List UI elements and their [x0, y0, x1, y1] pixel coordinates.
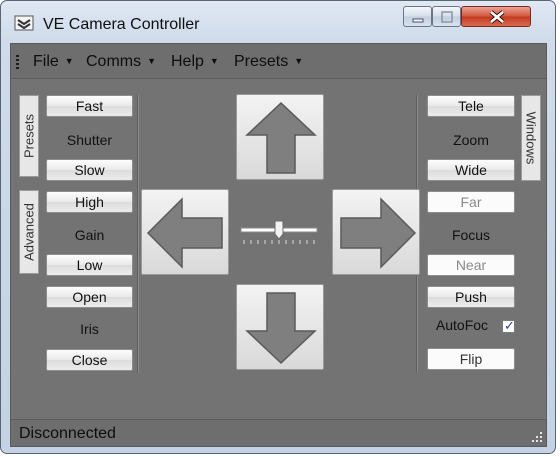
arrow-left-icon: [146, 197, 223, 269]
zoom-wide-button[interactable]: Wide: [427, 159, 515, 181]
minimize-button[interactable]: [403, 6, 432, 27]
status-bar: Disconnected: [11, 419, 546, 446]
push-button[interactable]: Push: [427, 286, 515, 308]
checkmark-icon: ✓: [504, 318, 515, 333]
focus-near-button[interactable]: Near: [427, 254, 515, 276]
slider-ticks: [243, 240, 315, 244]
tab-advanced[interactable]: Advanced: [19, 190, 39, 274]
iris-open-button[interactable]: Open: [46, 286, 133, 308]
caret-down-icon: ▼: [147, 56, 157, 66]
tab-windows[interactable]: Windows: [521, 95, 541, 181]
focus-far-button[interactable]: Far: [427, 191, 515, 213]
maximize-icon: [441, 11, 453, 23]
menu-presets[interactable]: Presets ▼: [234, 53, 303, 71]
client-area: File ▼ Comms ▼ Help ▼ Presets ▼ Presets Adva…: [10, 43, 547, 447]
tab-presets[interactable]: Presets: [19, 95, 39, 177]
focus-label: Focus: [451, 227, 491, 243]
speed-slider[interactable]: [239, 214, 321, 250]
maximize-button[interactable]: [432, 6, 461, 27]
caret-down-icon: ▼: [209, 56, 219, 66]
iris-label: Iris: [80, 321, 99, 337]
status-text: Disconnected: [19, 425, 116, 442]
menu-comms[interactable]: Comms ▼: [86, 53, 156, 71]
left-separator: [137, 95, 139, 373]
autofocus-checkbox[interactable]: ✓: [502, 318, 515, 333]
gain-low-button[interactable]: Low: [46, 254, 133, 276]
app-window: VE Camera Controller File ▼ Comms ▼ Help ▼: [0, 0, 556, 454]
resize-grip-icon[interactable]: [531, 431, 543, 443]
arrow-down-icon: [245, 292, 317, 365]
close-icon: [489, 10, 505, 24]
gain-high-button[interactable]: High: [46, 191, 133, 213]
menu-bar: File ▼ Comms ▼ Help ▼ Presets ▼: [11, 44, 546, 79]
camera-icon: [14, 15, 34, 31]
close-button[interactable]: [461, 6, 531, 27]
caret-down-icon: ▼: [64, 56, 74, 66]
slider-thumb[interactable]: [274, 220, 284, 240]
flip-button[interactable]: Flip: [427, 348, 515, 370]
arrow-right-icon: [340, 197, 417, 269]
iris-close-button[interactable]: Close: [46, 349, 133, 371]
menu-file[interactable]: File ▼: [33, 53, 74, 71]
zoom-label: Zoom: [453, 132, 489, 148]
shutter-fast-button[interactable]: Fast: [46, 95, 133, 117]
pan-up-button[interactable]: [236, 94, 324, 180]
pan-left-button[interactable]: [141, 189, 229, 275]
pan-down-button[interactable]: [236, 284, 324, 370]
toolbar-grip[interactable]: [16, 55, 19, 71]
gain-label: Gain: [74, 227, 105, 243]
caret-down-icon: ▼: [294, 56, 304, 66]
autofocus-label: AutoFoc: [435, 317, 489, 333]
minimize-icon: [412, 18, 424, 23]
shutter-slow-button[interactable]: Slow: [46, 159, 133, 181]
menu-help[interactable]: Help ▼: [171, 53, 219, 71]
shutter-label: Shutter: [66, 132, 113, 148]
pan-right-button[interactable]: [332, 189, 420, 275]
window-title: VE Camera Controller: [43, 16, 200, 33]
zoom-tele-button[interactable]: Tele: [427, 95, 515, 117]
arrow-up-icon: [245, 101, 317, 174]
